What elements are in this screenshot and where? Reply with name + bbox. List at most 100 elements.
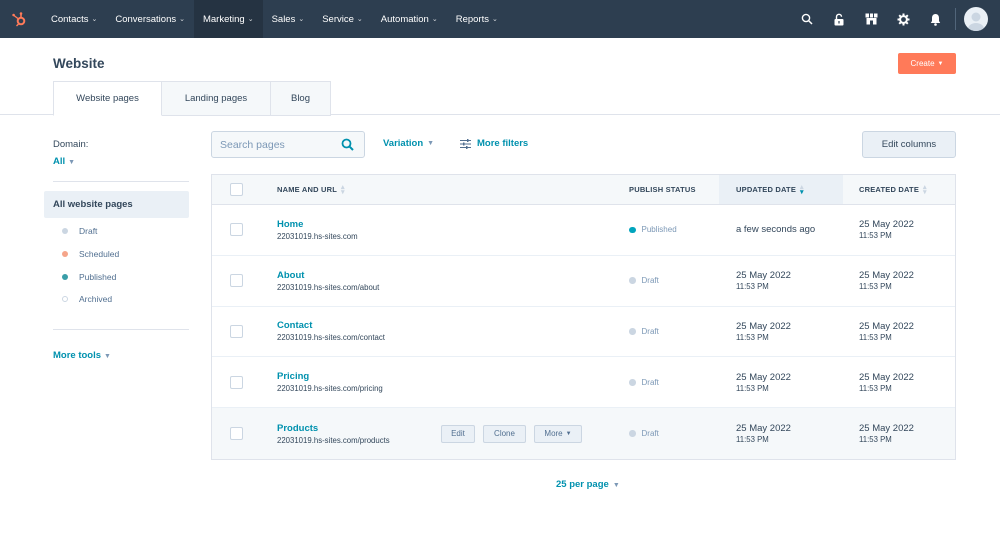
sidebar-item-all-website-pages[interactable]: All website pages xyxy=(44,191,189,218)
row-checkbox[interactable] xyxy=(230,324,243,338)
search-icon[interactable] xyxy=(791,0,823,38)
more-filters-button[interactable]: More filters xyxy=(460,138,528,149)
updated-date: 25 May 2022 xyxy=(736,320,791,332)
status-dot-icon xyxy=(62,296,68,303)
unlock-icon[interactable] xyxy=(823,0,855,38)
bell-icon[interactable] xyxy=(919,0,951,38)
search-pages xyxy=(211,131,365,158)
gear-icon[interactable] xyxy=(887,0,919,38)
caret-down-icon: ▼ xyxy=(937,60,944,67)
column-header-status: PUBLISH STATUS xyxy=(629,185,696,194)
sort-icon: ▴ ▾ xyxy=(341,183,345,196)
table-row[interactable]: Products 22031019.hs-sites.com/products Ed… xyxy=(212,408,955,459)
updated-time: 11:53 PM xyxy=(736,383,769,393)
page-name-link[interactable]: Products xyxy=(277,423,390,434)
sidebar-item-scheduled[interactable]: Scheduled xyxy=(44,243,189,266)
hubspot-logo-icon[interactable] xyxy=(0,0,38,38)
divider xyxy=(53,328,189,330)
status-dot-icon xyxy=(62,273,68,280)
tab-blog[interactable]: Blog xyxy=(271,81,331,116)
chevron-down-icon: ⌄ xyxy=(491,16,498,23)
tab-website-pages[interactable]: Website pages xyxy=(53,81,162,116)
chevron-down-icon: ⌄ xyxy=(179,16,185,23)
table-header: NAME AND URL ▴ ▾ PUBLISH STATUS UPDATED DA… xyxy=(212,175,955,205)
updated-date: a few seconds ago xyxy=(736,224,816,236)
more-button[interactable]: More ▼ xyxy=(534,424,582,443)
updated-time: 11:53 PM xyxy=(736,332,769,342)
nav-item-sales[interactable]: Sales ⌄ xyxy=(263,0,314,38)
status-badge: Published xyxy=(629,225,719,234)
page-name-link[interactable]: Contact xyxy=(277,320,385,331)
nav-item-reports[interactable]: Reports ⌄ xyxy=(447,0,507,38)
sort-desc-icon: ▴ ▾ xyxy=(800,183,804,196)
chevron-down-icon: ⌄ xyxy=(247,16,254,23)
divider xyxy=(53,181,189,182)
marketplace-icon[interactable] xyxy=(855,0,887,38)
nav-item-automation[interactable]: Automation ⌄ xyxy=(372,0,447,38)
variation-filter[interactable]: Variation ▼ xyxy=(383,138,434,149)
page-url: 22031019.hs-sites.com/contact xyxy=(277,333,385,343)
row-checkbox[interactable] xyxy=(230,375,243,389)
status-badge: Draft xyxy=(629,327,719,336)
domain-dropdown[interactable]: All ▼ xyxy=(53,156,189,167)
created-time: 11:53 PM xyxy=(859,282,892,292)
top-navigation: Contacts ⌄ Conversations ⌄ Marketing ⌄ Sales ⌄ S… xyxy=(0,0,1000,38)
created-time: 11:53 PM xyxy=(859,435,892,445)
more-tools-dropdown[interactable]: More tools ▼ xyxy=(53,350,189,361)
sort-icon: ▴ ▾ xyxy=(923,183,927,196)
table-row[interactable]: About 22031019.hs-sites.com/about Draft 25 … xyxy=(212,256,955,307)
sidebar-item-draft[interactable]: Draft xyxy=(44,220,189,243)
page-url: 22031019.hs-sites.com/about xyxy=(277,282,380,292)
status-badge: Draft xyxy=(629,276,719,285)
edit-columns-button[interactable]: Edit columns xyxy=(862,131,956,158)
updated-date: 25 May 2022 xyxy=(736,270,791,282)
row-checkbox[interactable] xyxy=(230,427,243,441)
page-name-link[interactable]: Home xyxy=(277,219,358,230)
row-checkbox[interactable] xyxy=(230,223,243,237)
tab-landing-pages[interactable]: Landing pages xyxy=(162,81,271,116)
created-date: 25 May 2022 xyxy=(859,270,914,282)
nav-item-conversations[interactable]: Conversations ⌄ xyxy=(106,0,194,38)
sidebar-item-published[interactable]: Published xyxy=(44,265,189,288)
edit-button[interactable]: Edit xyxy=(441,424,475,443)
sidebar: Domain: All ▼ All website pages Draft Sch… xyxy=(44,130,189,361)
user-avatar[interactable] xyxy=(964,7,988,31)
create-button[interactable]: Create ▼ xyxy=(898,53,956,74)
clone-button[interactable]: Clone xyxy=(483,424,526,443)
caret-down-icon: ▼ xyxy=(104,352,111,360)
created-time: 11:53 PM xyxy=(859,332,892,342)
tab-bar: Website pages Landing pages Blog xyxy=(53,81,331,116)
table-row[interactable]: Contact 22031019.hs-sites.com/contact Draf… xyxy=(212,307,955,358)
updated-time: 11:53 PM xyxy=(736,435,769,445)
column-header-created[interactable]: CREATED DATE ▴ ▾ xyxy=(843,175,955,204)
nav-item-contacts[interactable]: Contacts ⌄ xyxy=(42,0,106,38)
select-all-checkbox[interactable] xyxy=(230,183,243,196)
domain-label: Domain: xyxy=(53,139,89,150)
table-row[interactable]: Home 22031019.hs-sites.com Published a few … xyxy=(212,205,955,256)
status-dot-icon xyxy=(629,379,636,386)
table-row[interactable]: Pricing 22031019.hs-sites.com/pricing Draf… xyxy=(212,357,955,409)
search-icon[interactable] xyxy=(341,138,354,156)
chevron-down-icon: ⌄ xyxy=(431,16,438,23)
status-dot-icon xyxy=(629,430,636,437)
status-badge: Draft xyxy=(629,429,719,438)
column-header-updated[interactable]: UPDATED DATE ▴ ▾ xyxy=(719,175,843,204)
search-input[interactable] xyxy=(220,138,340,151)
page-header: Website Create ▼ Website pages Landing pa… xyxy=(0,38,1000,116)
per-page-dropdown[interactable]: 25 per page ▼ xyxy=(556,479,620,490)
row-checkbox[interactable] xyxy=(230,274,243,288)
chevron-down-icon: ⌄ xyxy=(356,16,363,23)
nav-item-marketing[interactable]: Marketing ⌄ xyxy=(193,0,263,38)
nav-item-service[interactable]: Service ⌄ xyxy=(313,0,372,38)
updated-date: 25 May 2022 xyxy=(736,423,791,435)
status-dot-icon xyxy=(62,228,68,235)
page-url: 22031019.hs-sites.com xyxy=(277,231,358,241)
page-name-link[interactable]: About xyxy=(277,270,379,281)
page-title: Website xyxy=(53,56,105,71)
nav-divider xyxy=(955,8,956,30)
page-name-link[interactable]: Pricing xyxy=(277,371,383,382)
sidebar-item-archived[interactable]: Archived xyxy=(44,288,189,311)
table-body: Home 22031019.hs-sites.com Published a few … xyxy=(212,205,955,459)
column-header-name[interactable]: NAME AND URL ▴ ▾ xyxy=(261,175,618,204)
status-badge: Draft xyxy=(629,378,719,387)
